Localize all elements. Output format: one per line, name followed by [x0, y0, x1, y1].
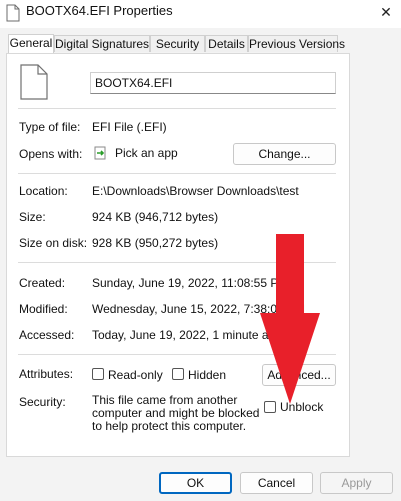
size-on-disk-label: Size on disk: [19, 236, 88, 250]
title-bar[interactable]: BOOTX64.EFI Properties ✕ [0, 0, 401, 28]
created-label: Created: [19, 276, 66, 290]
modified-value: Wednesday, June 15, 2022, 7:38:06 PM [92, 302, 306, 316]
unblock-checkbox[interactable] [264, 401, 276, 413]
window-title: BOOTX64.EFI Properties [26, 3, 173, 18]
ok-button[interactable]: OK [159, 472, 232, 494]
apply-button[interactable]: Apply [320, 472, 393, 494]
accessed-label: Accessed: [19, 328, 75, 342]
accessed-value: Today, June 19, 2022, 1 minute ago [92, 328, 282, 342]
created-value: Sunday, June 19, 2022, 11:08:55 PM [92, 276, 289, 290]
divider [18, 354, 336, 355]
unblock-label[interactable]: Unblock [280, 400, 323, 414]
attributes-label: Attributes: [19, 367, 74, 381]
hidden-checkbox[interactable] [172, 368, 184, 380]
security-message: This file came from another computer and… [92, 393, 260, 433]
close-icon: ✕ [380, 4, 392, 20]
advanced-button[interactable]: Advanced... [262, 364, 336, 386]
properties-window: BOOTX64.EFI Properties ✕ General Digital… [0, 0, 401, 501]
filename-input[interactable] [90, 72, 336, 94]
file-icon [6, 4, 20, 22]
opens-with-value: Pick an app [115, 146, 178, 160]
readonly-checkbox[interactable] [92, 368, 104, 380]
file-type-icon [20, 64, 48, 100]
size-on-disk-value: 928 KB (950,272 bytes) [92, 236, 219, 250]
readonly-label[interactable]: Read-only [108, 368, 163, 382]
tab-details[interactable]: Details [205, 35, 248, 52]
hidden-label[interactable]: Hidden [188, 368, 226, 382]
modified-label: Modified: [19, 302, 68, 316]
divider [18, 108, 336, 109]
opens-with-label: Opens with: [19, 147, 83, 161]
type-of-file-label: Type of file: [19, 120, 81, 134]
divider [18, 173, 336, 174]
tab-digital-signatures[interactable]: Digital Signatures [54, 35, 150, 52]
divider [18, 262, 336, 263]
size-value: 924 KB (946,712 bytes) [92, 210, 219, 224]
tab-security[interactable]: Security [150, 35, 205, 52]
change-button[interactable]: Change... [233, 143, 336, 165]
location-value: E:\Downloads\Browser Downloads\test [92, 184, 299, 198]
type-of-file-value: EFI File (.EFI) [92, 120, 167, 134]
cancel-button[interactable]: Cancel [240, 472, 313, 494]
tab-general[interactable]: General [8, 34, 54, 53]
location-label: Location: [19, 184, 68, 198]
tab-previous-versions[interactable]: Previous Versions [248, 35, 345, 52]
security-label: Security: [19, 395, 66, 409]
size-label: Size: [19, 210, 46, 224]
pick-app-icon [94, 146, 106, 160]
close-button[interactable]: ✕ [371, 0, 401, 24]
